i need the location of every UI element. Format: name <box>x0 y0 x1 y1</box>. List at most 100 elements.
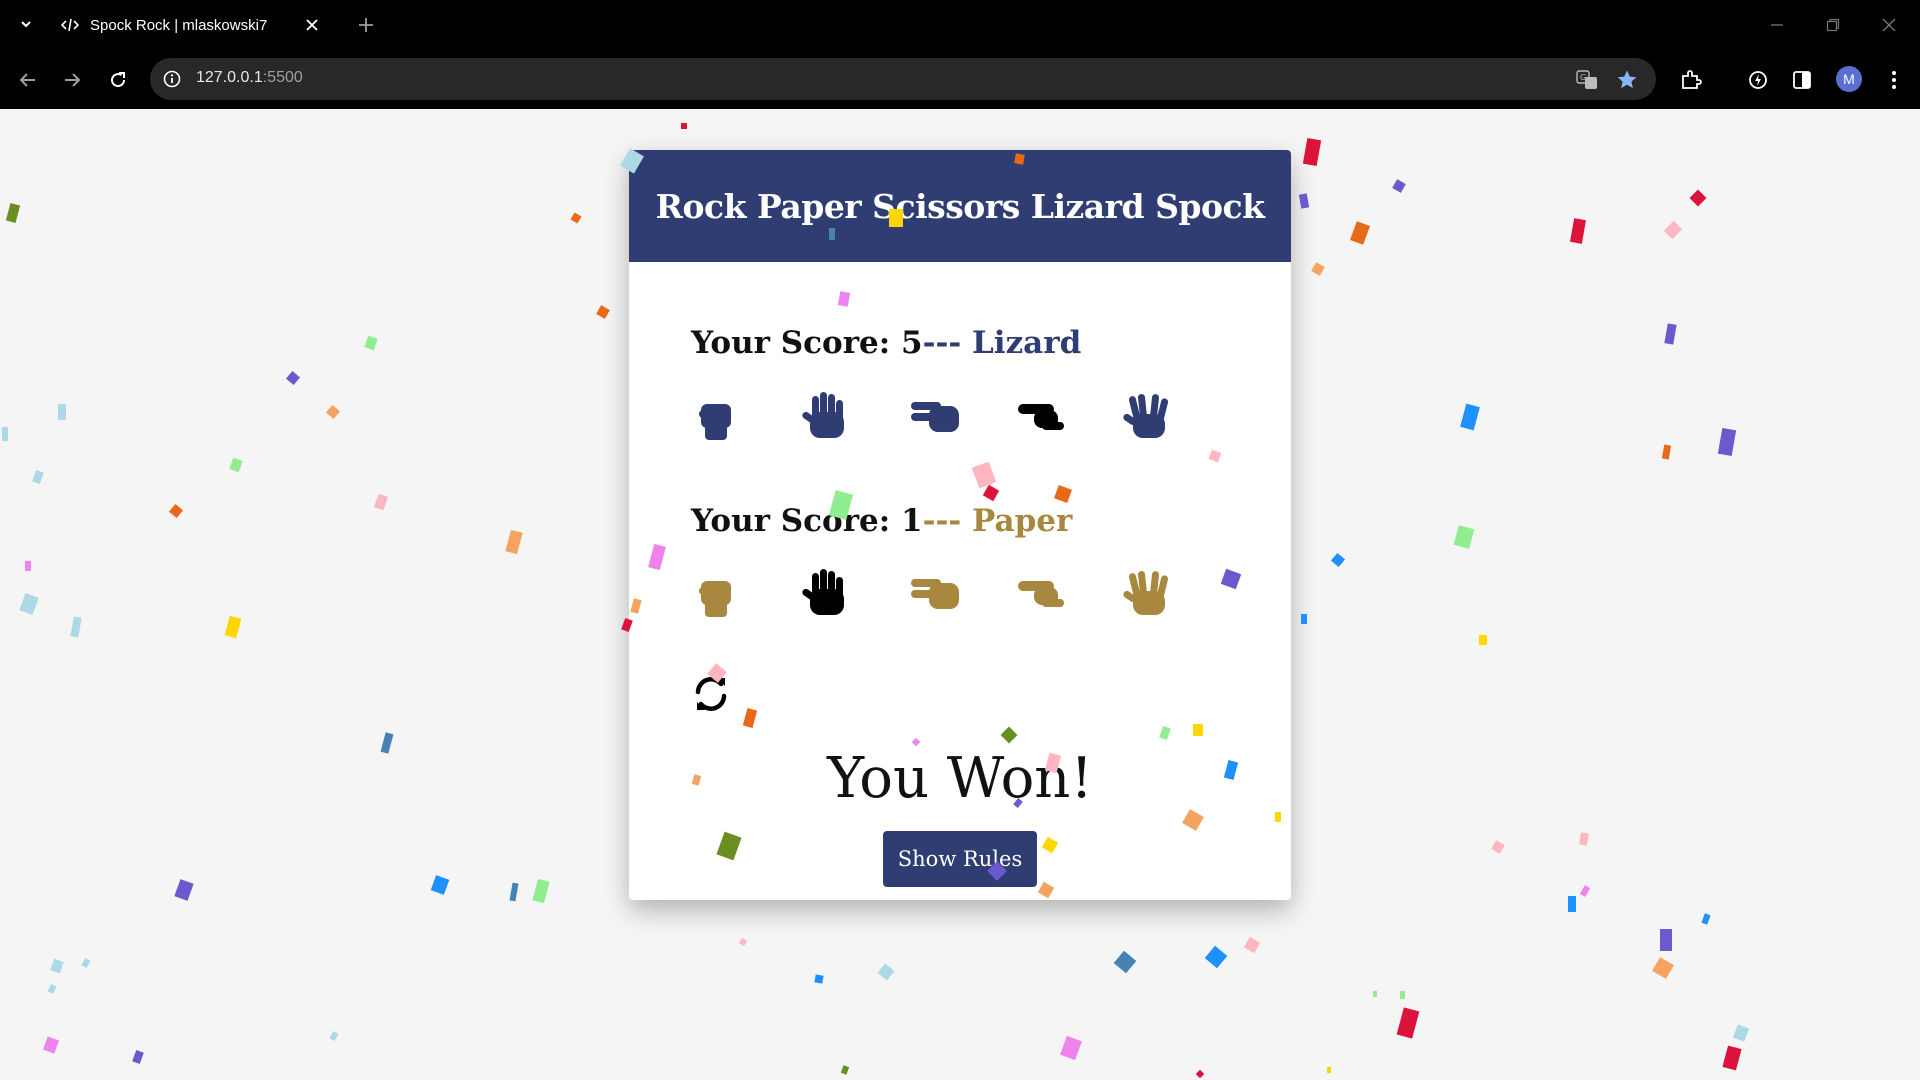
computer-score-label: Your Score: <box>691 503 902 539</box>
confetti-piece <box>1453 525 1475 549</box>
confetti-piece <box>1460 403 1480 431</box>
confetti-piece <box>1195 1069 1205 1079</box>
back-arrow-icon[interactable] <box>14 66 42 94</box>
profile-avatar[interactable]: M <box>1836 66 1862 92</box>
confetti-piece <box>1060 1035 1082 1061</box>
browser-toolbar: 127.0.0.1:5500 G M <box>0 50 1920 109</box>
confetti-piece <box>509 882 519 902</box>
computer-score-line: Your Score: 1--- Paper <box>691 503 1072 539</box>
confetti-piece <box>174 879 194 901</box>
confetti-piece <box>1311 262 1325 276</box>
player-score-value: 5 <box>901 325 923 361</box>
plus-icon[interactable] <box>354 13 378 37</box>
confetti-piece <box>168 503 184 519</box>
side-panel-icon[interactable] <box>1788 66 1816 94</box>
extensions-icon[interactable] <box>1677 66 1705 94</box>
confetti-piece <box>1204 945 1228 969</box>
url-text[interactable]: 127.0.0.1:5500 <box>196 69 303 87</box>
game-header: Rock Paper Scissors Lizard Spock <box>629 150 1291 262</box>
confetti-piece <box>1350 221 1370 245</box>
confetti-piece <box>877 963 895 981</box>
menu-kebab-icon[interactable] <box>1880 66 1908 94</box>
confetti-piece <box>373 493 389 511</box>
confetti-piece <box>1396 1007 1420 1039</box>
confetti-piece <box>1491 840 1505 854</box>
reset-sync-icon[interactable] <box>691 674 731 714</box>
confetti-piece <box>25 561 31 571</box>
confetti-piece <box>681 123 687 129</box>
confetti-piece <box>1400 991 1405 999</box>
computer-lizard-icon <box>1012 563 1068 619</box>
confetti-piece <box>596 305 610 319</box>
tab-search-chevron-icon[interactable] <box>12 10 40 38</box>
page-viewport: Rock Paper Scissors Lizard Spock Your Sc… <box>0 109 1920 1080</box>
confetti-piece <box>1701 913 1711 925</box>
browser-chrome: Spock Rock | mlaskowski7 127.0.0.1:5500 … <box>0 0 1920 109</box>
tab-title: Spock Rock | mlaskowski7 <box>90 16 268 34</box>
confetti-piece <box>1479 635 1487 645</box>
confetti-piece <box>738 937 748 947</box>
player-scissors-icon[interactable] <box>905 386 961 442</box>
confetti-piece <box>1689 189 1707 207</box>
confetti-piece <box>70 616 82 638</box>
browser-tab[interactable]: Spock Rock | mlaskowski7 <box>56 8 336 42</box>
translate-icon[interactable]: G <box>1574 67 1600 93</box>
show-rules-button[interactable]: Show Rules <box>883 831 1037 887</box>
player-paper-icon[interactable] <box>798 386 854 442</box>
computer-score-value: 1 <box>901 503 923 539</box>
confetti-piece <box>42 1036 60 1054</box>
confetti-piece <box>1717 427 1737 457</box>
confetti-piece <box>814 974 824 984</box>
computer-rock-icon <box>691 563 747 619</box>
confetti-piece <box>1660 929 1672 951</box>
computer-choice: Paper <box>972 503 1073 539</box>
confetti-piece <box>364 335 378 351</box>
confetti-piece <box>380 732 394 754</box>
confetti-piece <box>1298 193 1310 209</box>
window-close-icon[interactable] <box>1876 12 1902 38</box>
forward-arrow-icon[interactable] <box>58 66 86 94</box>
confetti-piece <box>1722 1045 1742 1071</box>
confetti-piece <box>1661 444 1672 460</box>
player-rock-icon[interactable] <box>691 386 747 442</box>
confetti-piece <box>19 593 39 615</box>
confetti-piece <box>1373 991 1377 997</box>
close-icon[interactable] <box>302 15 322 35</box>
confetti-piece <box>229 457 243 473</box>
confetti-piece <box>2 427 8 441</box>
svg-text:G: G <box>1580 73 1586 82</box>
game-card: Rock Paper Scissors Lizard Spock Your Sc… <box>629 150 1291 900</box>
player-score-line: Your Score: 5--- Lizard <box>691 325 1081 361</box>
confetti-piece <box>1302 137 1322 167</box>
address-bar[interactable]: 127.0.0.1:5500 G <box>150 58 1656 100</box>
confetti-piece <box>532 878 550 904</box>
player-choice: Lizard <box>972 325 1082 361</box>
confetti-piece <box>58 404 66 420</box>
code-icon <box>60 15 80 35</box>
confetti-piece <box>5 203 21 223</box>
computer-scissors-icon <box>905 563 961 619</box>
confetti-piece <box>81 958 91 968</box>
computer-spock-icon <box>1119 563 1175 619</box>
info-icon[interactable] <box>160 67 184 91</box>
game-title: Rock Paper Scissors Lizard Spock <box>655 186 1265 226</box>
bookmark-star-icon[interactable] <box>1614 67 1640 93</box>
confetti-piece <box>1579 885 1591 897</box>
confetti-piece <box>285 370 301 386</box>
confetti-piece <box>224 615 242 639</box>
confetti-piece <box>505 529 523 555</box>
performance-icon[interactable] <box>1744 66 1772 94</box>
player-lizard-icon[interactable] <box>1012 386 1068 442</box>
tab-strip: Spock Rock | mlaskowski7 <box>0 0 1920 50</box>
reload-icon[interactable] <box>104 66 132 94</box>
confetti-piece <box>47 984 57 994</box>
confetti-piece <box>1664 323 1677 345</box>
player-score-label: Your Score: <box>691 325 902 361</box>
minimize-icon[interactable] <box>1764 12 1790 38</box>
confetti-piece <box>1568 896 1576 912</box>
confetti-piece <box>50 958 64 974</box>
confetti-piece <box>32 469 44 485</box>
restore-icon[interactable] <box>1820 12 1846 38</box>
player-spock-icon[interactable] <box>1119 386 1175 442</box>
confetti-piece <box>1570 218 1586 244</box>
